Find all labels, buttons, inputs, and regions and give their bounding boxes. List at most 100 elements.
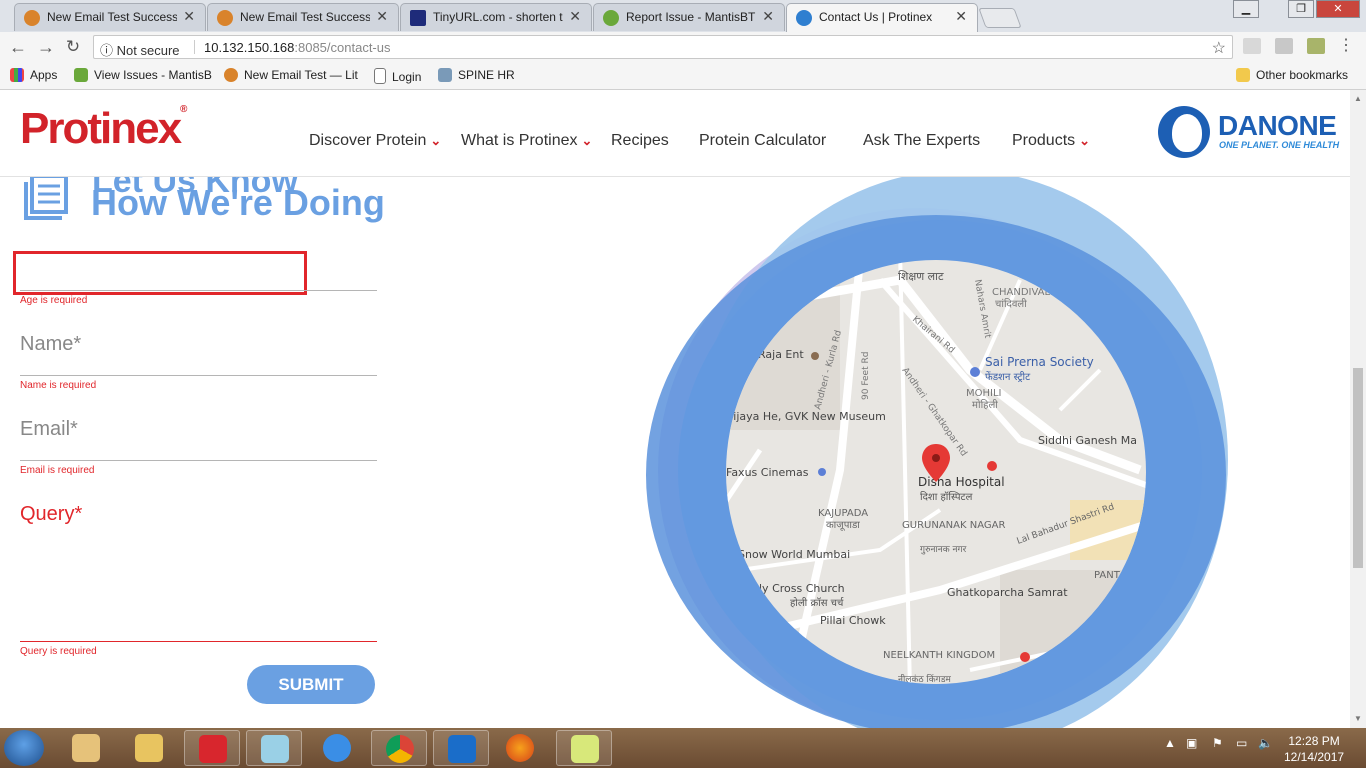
taskbar-firefox[interactable] (492, 730, 548, 766)
omnibox-separator (194, 40, 195, 54)
maximize-button[interactable]: ❐ (1288, 0, 1314, 18)
nav-label: Discover Protein (309, 132, 427, 149)
extension-note-icon[interactable] (1307, 38, 1325, 54)
nav-recipes[interactable]: Recipes (611, 132, 669, 150)
scroll-down-icon[interactable]: ▼ (1354, 714, 1362, 723)
bookmark-star-icon[interactable]: ☆ (1212, 38, 1226, 58)
clock-date: 12/14/2017 (1284, 750, 1345, 764)
map-label: गुरुनानक नगर (920, 545, 967, 555)
bookmark-spine-hr[interactable]: SPINE HR (438, 68, 515, 82)
map-label: 90 Feet Rd (861, 352, 871, 400)
circle-logo-icon (217, 10, 233, 26)
map-label: Snow World Mumbai (738, 548, 850, 561)
close-tab-icon[interactable]: ✕ (762, 8, 774, 25)
submit-button[interactable]: SUBMIT (247, 665, 375, 704)
registered-mark: ® (180, 104, 188, 115)
bookmark-login[interactable]: Login (374, 68, 421, 84)
chevron-down-icon: ⌄ (1079, 133, 1091, 148)
close-tab-icon[interactable]: ✕ (183, 8, 195, 25)
extension-edit-icon[interactable] (1275, 38, 1293, 54)
location-map[interactable]: शिक्षण लाट CHANDIVALI चांदिवली Khairani … (640, 170, 1240, 728)
close-tab-icon[interactable]: ✕ (376, 8, 388, 25)
extension-pdf-icon[interactable] (1243, 38, 1261, 54)
taskbar-outlook[interactable] (433, 730, 489, 766)
map-label: Sai Prerna Society (985, 355, 1094, 369)
query-field[interactable] (20, 641, 377, 642)
taskbar-app-red[interactable] (184, 730, 240, 766)
scroll-thumb[interactable] (1353, 368, 1363, 568)
bookmark-label: Login (392, 70, 422, 84)
poi-marker-icon (970, 367, 980, 377)
close-tab-icon[interactable]: ✕ (569, 8, 581, 25)
logo-text: Protinex (20, 104, 182, 153)
action-center-flag-icon[interactable]: ⚑ (1212, 736, 1223, 750)
form-heading-line2: How We're Doing (91, 182, 385, 223)
url-host: 10.132.150.168 (204, 40, 295, 55)
age-underline (20, 290, 377, 291)
nav-products[interactable]: Products ⌄ (1012, 132, 1090, 150)
close-window-button[interactable]: ✕ (1316, 0, 1360, 18)
danone-tagline: ONE PLANET. ONE HEALTH (1219, 140, 1340, 150)
browser-tab-1[interactable]: New Email Test Success - ✕ (14, 3, 206, 31)
forward-icon[interactable]: → (36, 37, 56, 58)
map-label: शिक्षण लाट (898, 270, 944, 283)
age-field[interactable] (13, 251, 307, 295)
back-icon[interactable]: ← (8, 37, 28, 58)
age-error: Age is required (20, 295, 88, 306)
new-tab-button[interactable] (978, 8, 1022, 28)
bookmark-view-issues[interactable]: View Issues - MantisB (74, 68, 212, 82)
browser-tab-2[interactable]: New Email Test Success - ✕ (207, 3, 399, 31)
bookmark-new-email[interactable]: New Email Test — Lit (224, 68, 358, 82)
close-tab-icon[interactable]: ✕ (955, 8, 967, 25)
volume-icon[interactable]: 🔈 (1258, 736, 1273, 750)
system-clock[interactable]: 12:28 PM 12/14/2017 (1284, 733, 1344, 765)
map-label: Vijaya He, GVK New Museum (726, 410, 886, 423)
map-label: Disha Hospital (918, 475, 1005, 489)
taskbar-chrome[interactable] (371, 730, 427, 766)
windows-taskbar: ▲ ▣ ⚑ ▭ 🔈 12:28 PM 12/14/2017 (0, 728, 1366, 768)
map-label: होली क्रॉस चर्च (790, 597, 844, 609)
clock-time: 12:28 PM (1288, 734, 1340, 748)
other-bookmarks[interactable]: Other bookmarks (1236, 68, 1348, 82)
danone-wordmark[interactable]: DANONE (1218, 110, 1337, 142)
minimize-button[interactable]: ▁ (1233, 0, 1259, 18)
menu-icon[interactable]: ⋮ (1338, 38, 1354, 54)
security-indicator[interactable]: ⓘ Not secure (100, 40, 180, 59)
nav-ask-the-experts[interactable]: Ask The Experts (863, 132, 980, 150)
url-path: :8085/contact-us (294, 40, 391, 55)
tab-title: New Email Test Success - (47, 10, 177, 24)
address-bar[interactable]: ⓘ Not secure 10.132.150.168:8085/contact… (93, 35, 1233, 59)
tray-app-icon[interactable]: ▣ (1186, 736, 1197, 750)
reload-icon[interactable]: ↻ (63, 37, 83, 57)
danone-logo-icon[interactable] (1158, 106, 1210, 158)
taskbar-ie[interactable] (309, 730, 365, 766)
mantis-icon (74, 68, 88, 82)
browser-tab-3[interactable]: TinyURL.com - shorten th ✕ (400, 3, 592, 31)
email-field[interactable] (20, 460, 377, 461)
hospital-marker-icon (987, 461, 997, 471)
show-hidden-icons[interactable]: ▲ (1164, 736, 1176, 750)
page-scrollbar[interactable]: ▲ ▼ (1350, 90, 1366, 728)
browser-tab-5[interactable]: Contact Us | Protinex ✕ (786, 3, 978, 32)
scroll-up-icon[interactable]: ▲ (1354, 94, 1362, 103)
taskbar-explorer[interactable] (121, 730, 177, 766)
nav-label: What is Protinex (461, 132, 578, 149)
nav-protein-calculator[interactable]: Protein Calculator (699, 132, 826, 150)
bookmark-label: Other bookmarks (1256, 68, 1349, 82)
browser-tab-4[interactable]: Report Issue - MantisBT ✕ (593, 3, 785, 31)
nav-label: Protein Calculator (699, 132, 827, 149)
taskbar-sticky[interactable] (556, 730, 612, 766)
protinex-logo[interactable]: Protinex® (20, 104, 188, 154)
start-button[interactable] (4, 730, 44, 766)
bookmark-apps[interactable]: Apps (10, 68, 57, 82)
nav-discover-protein[interactable]: Discover Protein ⌄ (309, 132, 441, 150)
taskbar-notes[interactable] (246, 730, 302, 766)
email-error: Email is required (20, 465, 95, 476)
name-field[interactable] (20, 375, 377, 376)
bookmarks-bar: Apps View Issues - MantisB New Email Tes… (0, 62, 1366, 90)
tinyurl-icon (410, 10, 426, 26)
nav-what-is-protinex[interactable]: What is Protinex ⌄ (461, 132, 592, 150)
map-label: Siddhi Ganesh Ma (1038, 434, 1137, 447)
network-icon[interactable]: ▭ (1236, 736, 1247, 750)
taskbar-paint[interactable] (58, 730, 114, 766)
